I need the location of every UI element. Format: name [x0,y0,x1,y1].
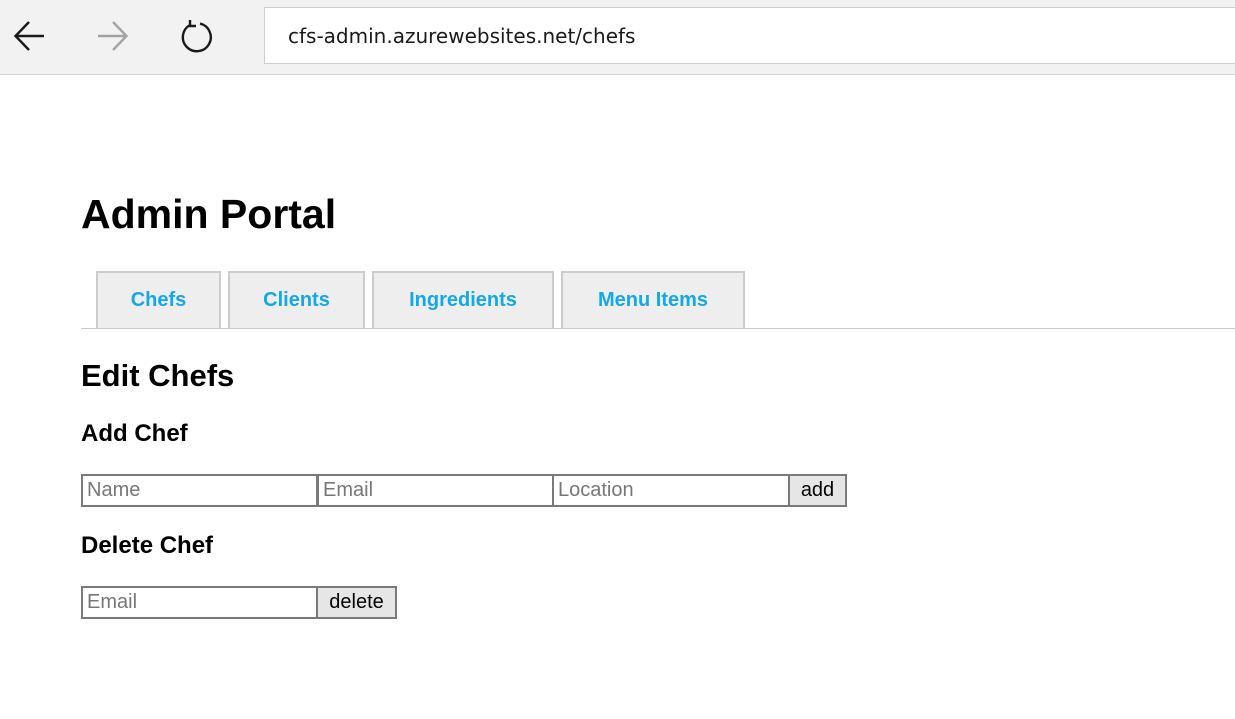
add-chef-heading: Add Chef [81,420,188,447]
address-bar[interactable]: cfs-admin.azurewebsites.net/chefs [264,7,1235,64]
delete-email-input[interactable] [81,586,318,619]
tab-clients[interactable]: Clients [228,271,365,328]
section-title: Edit Chefs [81,358,235,393]
page-title: Admin Portal [81,191,337,237]
browser-toolbar: cfs-admin.azurewebsites.net/chefs [0,0,1235,75]
add-button[interactable]: add [788,474,847,507]
name-input[interactable] [81,474,318,507]
location-input[interactable] [552,474,790,507]
tab-bar: Chefs Clients Ingredients Menu Items [81,271,1235,329]
delete-chef-heading: Delete Chef [81,532,214,559]
email-input[interactable] [317,474,554,507]
arrow-right-icon [98,21,129,51]
back-button[interactable] [6,12,54,60]
tab-ingredients[interactable]: Ingredients [372,271,554,328]
refresh-button[interactable] [172,12,220,60]
url-text: cfs-admin.azurewebsites.net/chefs [288,23,636,48]
delete-button[interactable]: delete [316,586,397,619]
tab-chefs[interactable]: Chefs [96,271,221,328]
forward-button[interactable] [88,12,136,60]
arrow-left-icon [13,21,44,51]
tab-menu-items[interactable]: Menu Items [561,271,745,328]
refresh-icon [181,20,213,53]
